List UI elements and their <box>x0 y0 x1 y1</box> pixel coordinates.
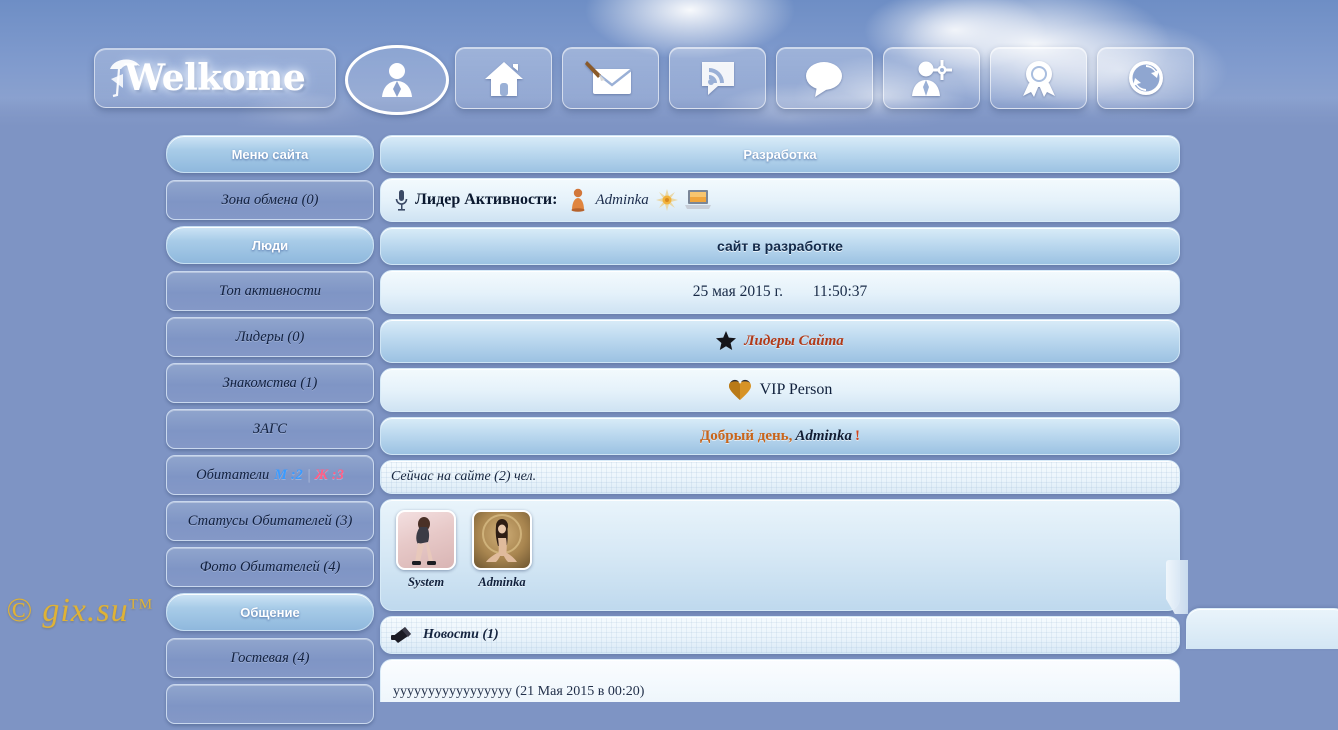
main-content: Разработка Лидер Активности: Adminka сай… <box>380 135 1180 702</box>
nav-awards-button[interactable] <box>990 47 1087 109</box>
female-standing-photo <box>412 517 436 565</box>
greeting-username: Adminka <box>795 427 853 444</box>
sidebar-group-header-people: Люди <box>166 226 374 264</box>
online-count-row: Сейчас на сайте (2) чел. <box>380 460 1180 494</box>
sidebar-item-guestbook[interactable]: Гостевая (4) <box>166 638 374 678</box>
current-date: 25 мая 2015 г. <box>692 283 784 300</box>
nav-home-button[interactable] <box>455 47 552 109</box>
watermark-text: © gix.su <box>6 592 129 629</box>
site-logo[interactable]: Welkome <box>94 48 336 108</box>
online-user-system[interactable]: System <box>395 510 457 590</box>
inhabitants-female-count: Ж :3 <box>314 466 344 483</box>
sidebar-item-exchange-zone[interactable]: Зона обмена (0) <box>166 180 374 220</box>
site-leaders-label: Лидеры Сайта <box>744 332 844 349</box>
activity-leader-label: Лидер Активности: <box>415 191 558 208</box>
sidebar-item-top-activity[interactable]: Топ активности <box>166 271 374 311</box>
news-entry-row[interactable]: ууууууууууууууууу (21 Мая 2015 в 00:20) <box>380 659 1180 702</box>
heart-icon <box>728 379 751 400</box>
greeting-mark: ! <box>855 427 861 444</box>
nav-mail-button[interactable] <box>562 47 659 109</box>
greeting-row: Добрый день, Adminka ! <box>380 417 1180 455</box>
user-settings-icon <box>911 60 952 96</box>
home-icon <box>484 62 523 96</box>
online-users-panel: System Adminka <box>380 499 1180 611</box>
megaphone-icon <box>391 627 411 643</box>
sidebar-item-leaders[interactable]: Лидеры (0) <box>166 317 374 357</box>
status-banner-row: сайт в разработке <box>380 227 1180 265</box>
online-user-name: Adminka <box>478 575 526 589</box>
vip-person-row[interactable]: VIP Person <box>380 368 1180 412</box>
sun-star-icon <box>655 189 678 211</box>
sidebar-item-label: Гостевая (4) <box>230 649 310 666</box>
site-logo-text: Welkome <box>124 57 306 99</box>
speech-bubble-icon <box>805 62 842 97</box>
refresh-icon <box>1128 61 1163 95</box>
nav-profile-button[interactable] <box>345 45 449 115</box>
online-user-adminka[interactable]: Adminka <box>471 510 533 590</box>
user-avatar-icon <box>382 63 412 97</box>
nav-chat-button[interactable] <box>776 47 873 109</box>
status-banner-text: сайт в разработке <box>717 238 843 254</box>
sidebar: Меню сайта Зона обмена (0) Люди Топ акти… <box>166 135 374 730</box>
news-header-label: Новости (1) <box>423 627 499 642</box>
inhabitants-male-count: М :2 <box>274 466 303 483</box>
site-leaders-row[interactable]: Лидеры Сайта <box>380 319 1180 363</box>
current-time: 11:50:37 <box>812 283 868 300</box>
sidebar-item-inhabitant-photos[interactable]: Фото Обитателей (4) <box>166 547 374 587</box>
sidebar-item-inhabitants[interactable]: Обитатели М :2 | Ж :3 <box>166 455 374 495</box>
sidebar-item-label: Фото Обитателей (4) <box>199 558 341 575</box>
datetime-content: 25 мая 2015 г. 11:50:37 <box>381 283 1179 301</box>
right-side-panel <box>1186 608 1338 649</box>
top-navigation-bar: Welkome <box>0 0 1338 132</box>
sidebar-item-label: Топ активности <box>218 282 322 299</box>
page-title: Разработка <box>743 146 817 162</box>
sidebar-item-label: Обитатели <box>196 466 270 483</box>
sidebar-item-label: Знакомства (1) <box>222 374 318 391</box>
award-ribbon-icon <box>1022 61 1055 97</box>
vip-person-label: VIP Person <box>759 381 833 398</box>
sidebar-group-header-communication: Общение <box>166 593 374 631</box>
star-icon <box>716 331 737 350</box>
envelope-pen-icon <box>584 61 632 94</box>
laptop-icon <box>684 190 711 209</box>
datetime-row: 25 мая 2015 г. 11:50:37 <box>380 270 1180 314</box>
rss-bubble-icon <box>701 62 734 95</box>
online-user-name: System <box>407 575 445 589</box>
sidebar-item-inhabitant-statuses[interactable]: Статусы Обитателей (3) <box>166 501 374 541</box>
sidebar-group-header-menu: Меню сайта <box>166 135 374 173</box>
sidebar-item-next-partial[interactable] <box>166 684 374 724</box>
nav-friends-button[interactable] <box>883 47 980 109</box>
sidebar-item-label: ЗАГС <box>253 420 287 437</box>
sidebar-item-label: Лидеры (0) <box>235 328 305 345</box>
sidebar-item-label: Зона обмена (0) <box>221 191 319 208</box>
female-seated-photo <box>482 514 522 562</box>
activity-leader-content: Лидер Активности: Adminka <box>381 188 711 212</box>
sidebar-item-registry-office[interactable]: ЗАГС <box>166 409 374 449</box>
inhabitants-count-separator: | <box>306 466 311 483</box>
trophy-icon <box>571 188 585 212</box>
nav-refresh-button[interactable] <box>1097 47 1194 109</box>
news-entry-text: ууууууууууууууууу (21 Мая 2015 в 00:20) <box>393 684 645 699</box>
page-title-bar: Разработка <box>380 135 1180 173</box>
news-header-row[interactable]: Новости (1) <box>380 616 1180 654</box>
online-count-label: Сейчас на сайте (2) чел. <box>391 469 537 484</box>
watermark-trademark: TM <box>128 596 154 613</box>
avatar[interactable] <box>472 510 532 570</box>
watermark: © gix.suTM <box>6 592 153 630</box>
nav-feed-button[interactable] <box>669 47 766 109</box>
activity-leader-row: Лидер Активности: Adminka <box>380 178 1180 222</box>
avatar[interactable] <box>396 510 456 570</box>
greeting-text: Добрый день, <box>699 427 793 444</box>
sidebar-item-label: Статусы Обитателей (3) <box>187 512 353 529</box>
microphone-icon <box>395 190 408 211</box>
activity-leader-nick[interactable]: Adminka <box>595 192 648 209</box>
sidebar-item-dating[interactable]: Знакомства (1) <box>166 363 374 403</box>
